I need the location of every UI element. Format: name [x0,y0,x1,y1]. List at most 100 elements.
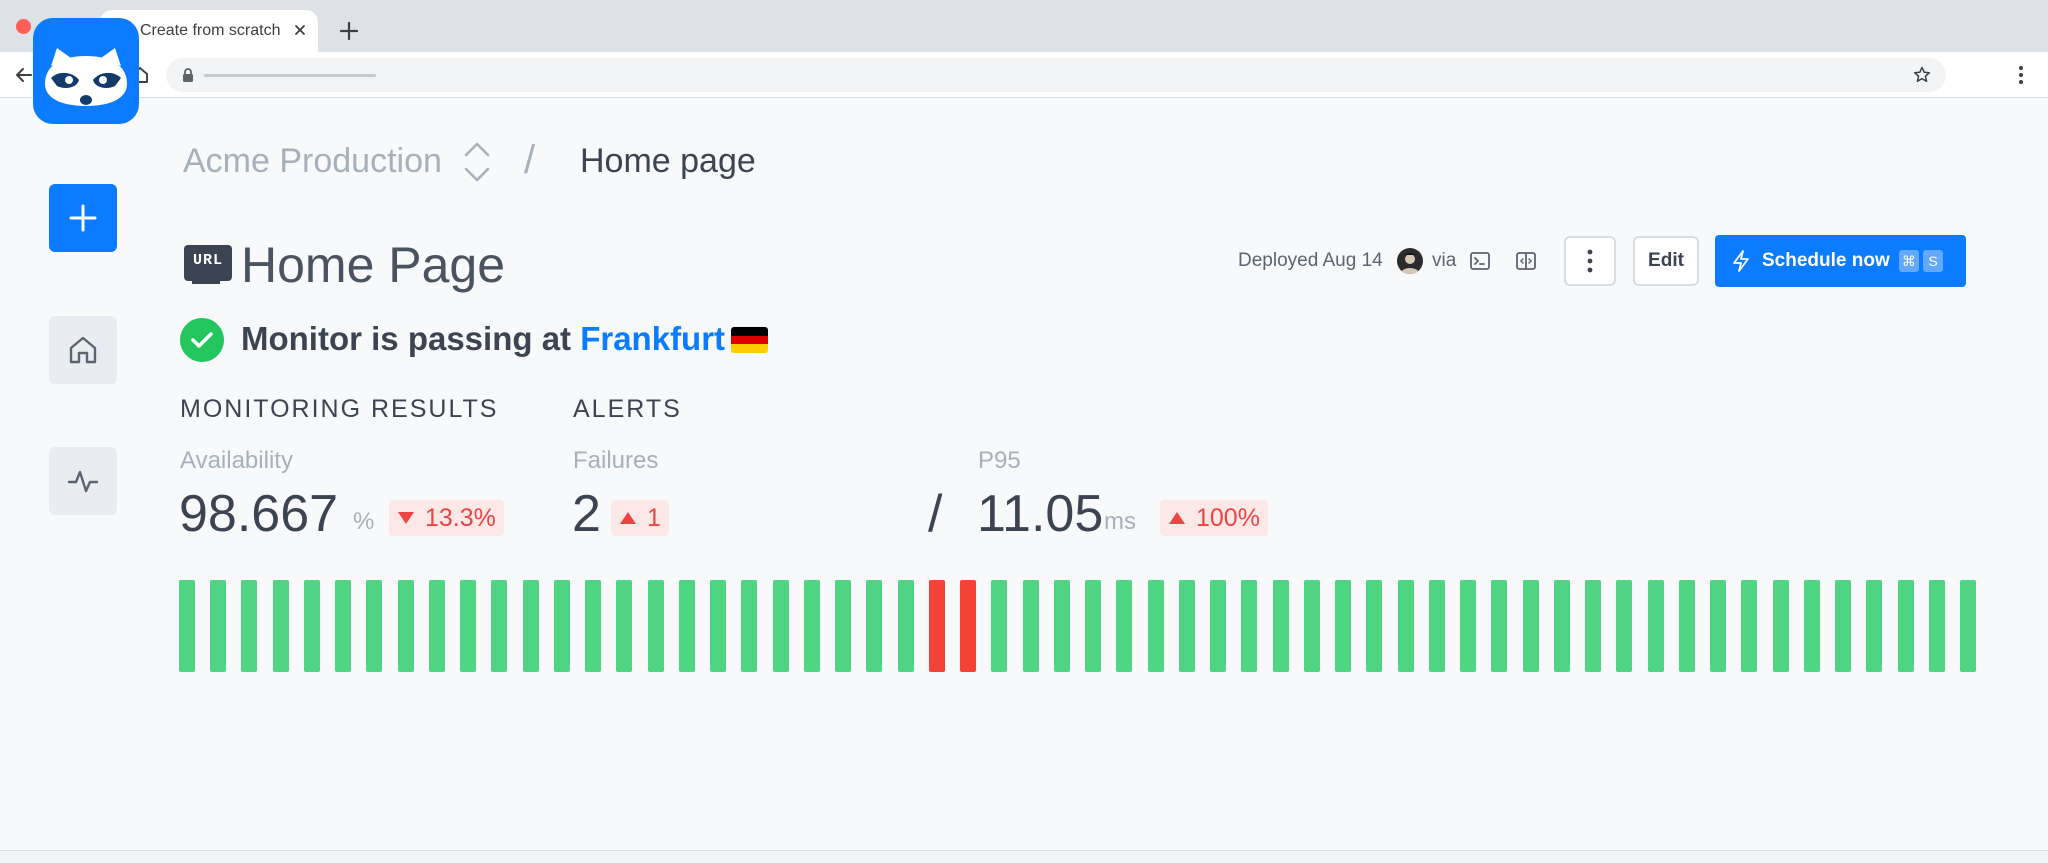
back-arrow-icon[interactable] [13,64,35,86]
result-bar-pass[interactable] [1023,580,1039,672]
browser-menu-icon[interactable] [2010,64,2032,86]
result-bar-pass[interactable] [1523,580,1539,672]
result-bar-pass[interactable] [1554,580,1570,672]
result-bar-pass[interactable] [1679,580,1695,672]
p95-unit: ms [1104,508,1136,535]
result-bar-pass[interactable] [710,580,726,672]
sidebar-home-button[interactable] [49,316,117,384]
result-bar-pass[interactable] [1241,580,1257,672]
tab-title: Create from scratch [140,22,281,39]
result-bar-pass[interactable] [804,580,820,672]
result-bar-pass[interactable] [1960,580,1976,672]
new-tab-icon[interactable] [336,18,362,44]
metric-separator: / [928,485,943,543]
result-bar-pass[interactable] [1460,580,1476,672]
failures-value: 2 [572,485,601,543]
result-bar-pass[interactable] [679,580,695,672]
result-bar-pass[interactable] [491,580,507,672]
more-actions-button[interactable] [1564,236,1616,286]
lightning-icon [1733,250,1749,272]
page-title: Home Page [241,237,506,293]
result-bar-pass[interactable] [585,580,601,672]
monitoring-results-heading: MONITORING RESULTS [180,395,499,423]
result-bar-pass[interactable] [866,580,882,672]
result-bar-pass[interactable] [1616,580,1632,672]
result-bar-pass[interactable] [1398,580,1414,672]
result-bar-pass[interactable] [1710,580,1726,672]
result-bar-pass[interactable] [1741,580,1757,672]
bookmark-star-icon[interactable] [1912,65,1932,85]
result-bar-pass[interactable] [1273,580,1289,672]
create-check-button[interactable] [49,184,117,252]
result-bar-pass[interactable] [1648,580,1664,672]
result-bar-pass[interactable] [1366,580,1382,672]
result-bar-pass[interactable] [304,580,320,672]
result-bar-pass[interactable] [1085,580,1101,672]
result-bar-pass[interactable] [179,580,195,672]
app-surface [0,98,2048,850]
window-close-dot[interactable] [16,19,31,34]
result-bar-pass[interactable] [898,580,914,672]
chevron-up-down-icon[interactable] [461,139,493,185]
caret-down-icon [398,512,414,524]
result-bar-pass[interactable] [648,580,664,672]
p95-value: 11.05 [977,485,1104,543]
avatar[interactable] [1397,248,1423,274]
result-bar-pass[interactable] [616,580,632,672]
p95-delta: 100% [1196,504,1260,532]
result-bar-pass[interactable] [1210,580,1226,672]
result-bar-pass[interactable] [554,580,570,672]
result-bar-pass[interactable] [1585,580,1601,672]
result-bar-pass[interactable] [835,580,851,672]
deployed-info: Deployed Aug 14 [1238,250,1383,271]
result-bar-pass[interactable] [460,580,476,672]
tab-close-icon[interactable] [290,20,310,40]
p95-delta-badge: 100% [1160,500,1268,536]
result-bar-pass[interactable] [429,580,445,672]
result-bar-pass[interactable] [241,580,257,672]
result-bar-pass[interactable] [1304,580,1320,672]
availability-delta: 13.3% [425,504,496,532]
result-bar-pass[interactable] [523,580,539,672]
result-bar-pass[interactable] [1835,580,1851,672]
result-bar-pass[interactable] [1929,580,1945,672]
result-bar-pass[interactable] [1491,580,1507,672]
alerts-heading: ALERTS [573,395,682,423]
address-bar[interactable] [166,58,1946,92]
monitor-status: Monitor is passing at Frankfurt [241,320,725,358]
result-bar-pass[interactable] [366,580,382,672]
home-icon [69,336,97,364]
result-bar-pass[interactable] [1429,580,1445,672]
schedule-now-button[interactable]: Schedule now ⌘ S [1715,235,1966,287]
result-bar-pass[interactable] [398,580,414,672]
result-bar-pass[interactable] [773,580,789,672]
status-location-link[interactable]: Frankfurt [580,320,725,357]
caret-up-icon [620,512,636,524]
result-bar-pass[interactable] [1148,580,1164,672]
activity-pulse-icon [67,470,99,493]
edit-button[interactable]: Edit [1633,236,1699,286]
breadcrumb-separator: / [524,138,536,182]
result-bar-fail[interactable] [960,580,976,672]
result-bar-pass[interactable] [741,580,757,672]
result-bar-pass[interactable] [1335,580,1351,672]
result-bar-pass[interactable] [1054,580,1070,672]
result-bar-pass[interactable] [1179,580,1195,672]
result-bar-pass[interactable] [1116,580,1132,672]
sidebar-activity-button[interactable] [49,447,117,515]
breadcrumb-project[interactable]: Acme Production [183,142,442,181]
shortcut-cmd-key: ⌘ [1899,250,1919,272]
more-vertical-icon [1587,249,1593,273]
result-bar-pass[interactable] [335,580,351,672]
result-bar-pass[interactable] [1898,580,1914,672]
caret-up-icon [1169,512,1185,524]
result-bar-pass[interactable] [991,580,1007,672]
raccoon-logo-icon[interactable] [33,18,139,124]
result-bar-pass[interactable] [1804,580,1820,672]
result-bar-fail[interactable] [929,580,945,672]
editor-toggle-icon[interactable] [1515,250,1537,272]
result-bar-pass[interactable] [1866,580,1882,672]
result-bar-pass[interactable] [210,580,226,672]
result-bar-pass[interactable] [273,580,289,672]
result-bar-pass[interactable] [1773,580,1789,672]
